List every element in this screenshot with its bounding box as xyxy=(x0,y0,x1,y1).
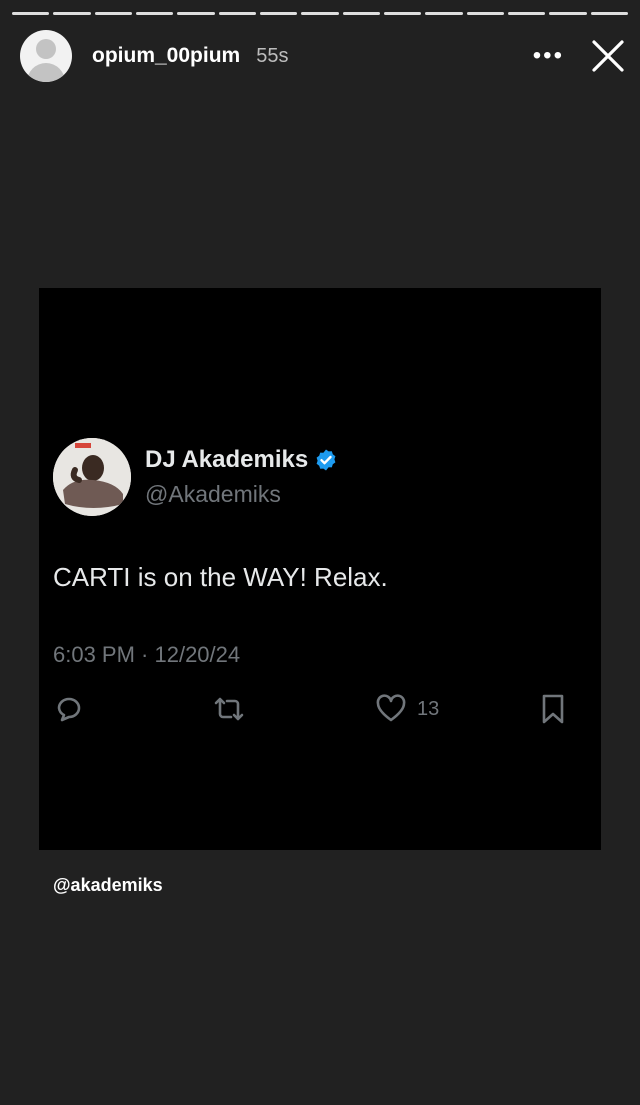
like-count: 13 xyxy=(417,697,440,720)
progress-segment xyxy=(383,12,422,15)
mention-sticker[interactable]: @akademiks xyxy=(53,875,163,896)
more-icon[interactable]: ••• xyxy=(533,44,564,68)
progress-segment xyxy=(218,12,256,15)
tweet-actions: 13 xyxy=(53,693,573,729)
bookmark-icon xyxy=(542,694,564,724)
progress-segment xyxy=(301,12,339,15)
progress-segment xyxy=(507,12,546,15)
reply-icon xyxy=(57,697,81,722)
reply-button[interactable] xyxy=(53,693,85,725)
tweet-text: CARTI is on the WAY! Relax. xyxy=(53,562,388,592)
progress-segment xyxy=(259,12,298,15)
like-icon xyxy=(376,694,406,722)
progress-segment xyxy=(549,12,587,15)
tweet-author-avatar xyxy=(53,438,131,516)
progress-segment xyxy=(12,12,50,15)
profile-placeholder-icon[interactable] xyxy=(20,30,72,82)
story-username[interactable]: opium_00pium xyxy=(92,44,240,68)
progress-segment xyxy=(342,12,380,15)
verified-badge-icon xyxy=(316,449,336,471)
progress-segment xyxy=(177,12,215,15)
retweet-button[interactable] xyxy=(213,693,245,725)
tweet-author: DJ Akademiks xyxy=(145,446,338,474)
progress-segment xyxy=(53,12,91,15)
close-icon[interactable] xyxy=(590,38,626,74)
tweet-author-name[interactable]: DJ Akademiks xyxy=(145,446,308,474)
tweet-card[interactable]: DJ Akademiks @Akademiks CARTI is on the … xyxy=(39,288,601,850)
story-header: opium_00pium 55s ••• xyxy=(20,30,626,82)
like-button[interactable]: 13 xyxy=(375,693,439,725)
tweet-author-handle[interactable]: @Akademiks xyxy=(145,481,281,508)
story-progress-bar xyxy=(12,12,628,15)
progress-segment xyxy=(425,12,463,15)
bookmark-button[interactable] xyxy=(537,693,569,725)
progress-segment xyxy=(466,12,504,15)
progress-segment xyxy=(590,12,628,15)
author-photo xyxy=(53,438,131,516)
tweet-timestamp: 6:03 PM · 12/20/24 xyxy=(53,642,241,667)
progress-segment xyxy=(94,12,132,15)
progress-segment xyxy=(135,12,174,15)
retweet-icon xyxy=(214,697,244,721)
story-time: 55s xyxy=(256,44,289,67)
